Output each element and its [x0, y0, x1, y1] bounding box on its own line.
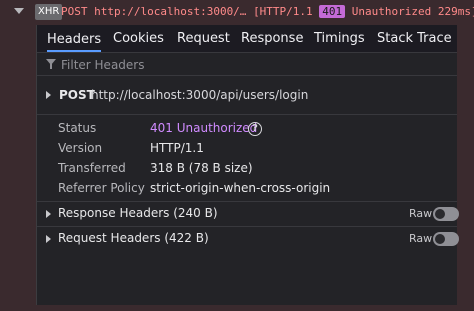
expand-triangle-icon[interactable] [46, 210, 51, 218]
transferred-value: 318 B (78 B size) [150, 161, 253, 175]
transferred-row: Transferred 318 B (78 B size) [37, 159, 457, 179]
response-headers-label: Response Headers (240 B) [58, 206, 218, 220]
version-row: Version HTTP/1.1 [37, 139, 457, 159]
raw-label: Raw [409, 207, 433, 220]
filter-bar [37, 53, 457, 76]
request-headers-label: Request Headers (422 B) [58, 231, 209, 245]
tab-timings[interactable]: Timings [314, 25, 365, 52]
status-code-badge: 401 [319, 5, 346, 18]
version-label: Version [58, 141, 103, 155]
request-status-text: Unauthorized 229ms] [351, 5, 474, 18]
request-url: http://localhost:3000/api/users/login [91, 88, 309, 102]
network-details-panel: Headers Cookies Request Response Timings… [36, 25, 459, 305]
referrer-policy-label: Referrer Policy [58, 181, 145, 195]
request-protocol: [HTTP/1.1 [253, 5, 313, 18]
tab-headers[interactable]: Headers [47, 25, 102, 52]
details-tabbar: Headers Cookies Request Response Timings… [37, 25, 457, 53]
referrer-policy-row: Referrer Policy strict-origin-when-cross… [37, 179, 457, 199]
collapse-chevron-icon[interactable] [14, 8, 24, 14]
referrer-policy-value: strict-origin-when-cross-origin [150, 181, 331, 195]
tab-stack-trace[interactable]: Stack Trace [377, 25, 452, 52]
expand-triangle-icon[interactable] [46, 235, 51, 243]
request-method: POST [59, 88, 95, 102]
transferred-label: Transferred [58, 161, 126, 175]
filter-icon [46, 59, 56, 69]
expand-triangle-icon[interactable] [46, 91, 51, 99]
request-summary-row[interactable]: POST http://localhost:3000/api/users/log… [37, 76, 457, 115]
tab-cookies[interactable]: Cookies [113, 25, 164, 52]
xhr-badge: XHR [35, 4, 63, 20]
help-icon[interactable]: ? [248, 122, 262, 136]
filter-headers-input[interactable] [59, 55, 443, 75]
request-row[interactable]: XHR POST http://localhost:3000/… [HTTP/1… [0, 0, 474, 24]
request-summary: POST http://localhost:3000/… [HTTP/1.1 4… [61, 4, 474, 20]
version-value: HTTP/1.1 [150, 141, 204, 155]
raw-toggle[interactable] [433, 207, 459, 221]
response-headers-section[interactable]: Response Headers (240 B) Raw [37, 201, 459, 226]
status-row: Status 401 Unauthorized ? [37, 119, 457, 139]
status-value: 401 Unauthorized [150, 121, 258, 135]
tab-response[interactable]: Response [241, 25, 303, 52]
request-headers-section[interactable]: Request Headers (422 B) Raw [37, 226, 459, 251]
request-url-text: POST http://localhost:3000/… [61, 5, 247, 18]
tab-request[interactable]: Request [177, 25, 230, 52]
status-label: Status [58, 121, 97, 135]
raw-toggle[interactable] [433, 232, 459, 246]
raw-label: Raw [409, 232, 433, 245]
